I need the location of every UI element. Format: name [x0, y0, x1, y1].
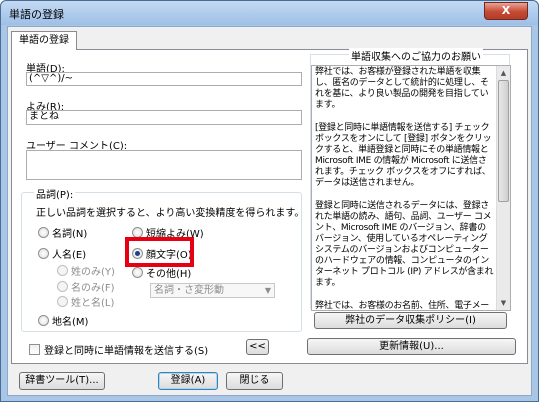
radio-indicator [57, 265, 68, 276]
radio-indicator [57, 296, 68, 307]
radio-given-name-only[interactable]: 名のみ(F) [57, 279, 115, 294]
radio-given-name-only-label: 名のみ(F) [71, 283, 115, 294]
radio-full-name-label: 姓と名(L) [71, 298, 115, 309]
info-group-title: 単語収集へのご協力のお願い [349, 48, 483, 63]
radio-person-name[interactable]: 人名(E) [38, 246, 86, 261]
radio-indicator [132, 267, 143, 278]
radio-person-name-label: 人名(E) [52, 250, 87, 261]
radio-indicator [57, 281, 68, 292]
radio-full-name[interactable]: 姓と名(L) [57, 294, 114, 309]
close-button[interactable]: 閉じる [226, 372, 283, 390]
send-word-checkbox-label: 登録と同時に単語情報を送信する(S) [44, 346, 209, 357]
data-policy-button[interactable]: 弊社のデータ収集ポリシー(I) [314, 312, 507, 329]
scrollbar-thumb[interactable] [498, 80, 509, 202]
info-paragraph: 登録と同時に送信されるデータには、登録された単語の読み、語句、品詞、ユーザー コ… [315, 201, 494, 288]
radio-indicator [38, 248, 49, 259]
radio-place-name[interactable]: 地名(M) [38, 313, 88, 328]
tab-word-registration[interactable]: 単語の登録 [11, 31, 77, 50]
radio-place-name-label: 地名(M) [52, 317, 89, 328]
comment-input[interactable] [26, 150, 302, 180]
radio-other-label: その他(H) [146, 269, 192, 280]
chevron-down-icon: ▼ [264, 286, 271, 295]
register-button[interactable]: 登録(A) [158, 372, 218, 390]
send-word-checkbox[interactable]: 登録と同時に単語情報を送信する(S) [29, 342, 208, 357]
info-paragraph: 弊社では、お客様のお名前、住所、電子メール アドレスなど個人を特定できるいかなる… [315, 301, 490, 311]
radio-noun-label: 名詞(N) [52, 229, 88, 240]
close-window-button[interactable]: X [484, 2, 528, 20]
window-title: 単語の登録 [9, 8, 64, 21]
reading-input[interactable]: まとね [26, 110, 302, 125]
scroll-down-arrow-icon[interactable]: ▼ [498, 297, 509, 309]
dialog-window: 単語の登録 X 単語の登録 単語(D): (^▽^)/~ よみ(R): まとね … [0, 0, 539, 402]
title-bar[interactable]: 単語の登録 X [1, 1, 538, 25]
radio-surname-only-label: 姓のみ(Y) [71, 267, 115, 278]
update-info-button[interactable]: 更新情報(U)... [307, 338, 516, 355]
radio-other[interactable]: その他(H) [132, 265, 191, 280]
info-paragraph: 弊社では、お客様が登録された単語を収集し、匿名のデータとして統計的に処理し、それ… [315, 67, 489, 110]
info-text-area[interactable]: 弊社では、お客様が登録された単語を収集し、匿名のデータとして統計的に処理し、それ… [311, 65, 511, 311]
info-scrollbar[interactable]: ▲ ▼ [496, 66, 510, 310]
other-pos-select[interactable]: 名詞・さ変形動 ▼ [150, 283, 275, 298]
pos-group-label: 品詞(P): [34, 186, 76, 201]
checkbox-box [29, 344, 40, 355]
other-pos-select-value: 名詞・さ変形動 [154, 285, 224, 296]
word-input[interactable]: (^▽^)/~ [26, 72, 302, 86]
collapse-button[interactable]: << [246, 339, 269, 355]
pos-description: 正しい品詞を選択すると、より高い変換精度を得られます。 [36, 208, 305, 219]
info-paragraph: [登録と同時に単語情報を送信する] チェック ボックスをオンにして [登録] ボ… [315, 123, 492, 188]
radio-indicator [38, 227, 49, 238]
scroll-up-arrow-icon[interactable]: ▲ [498, 67, 509, 79]
radio-indicator [38, 315, 49, 326]
radio-surname-only[interactable]: 姓のみ(Y) [57, 263, 115, 278]
dictionary-tool-button[interactable]: 辞書ツール(T)... [19, 372, 105, 390]
radio-noun[interactable]: 名詞(N) [38, 225, 87, 240]
emoticon-highlight-frame [125, 237, 194, 267]
